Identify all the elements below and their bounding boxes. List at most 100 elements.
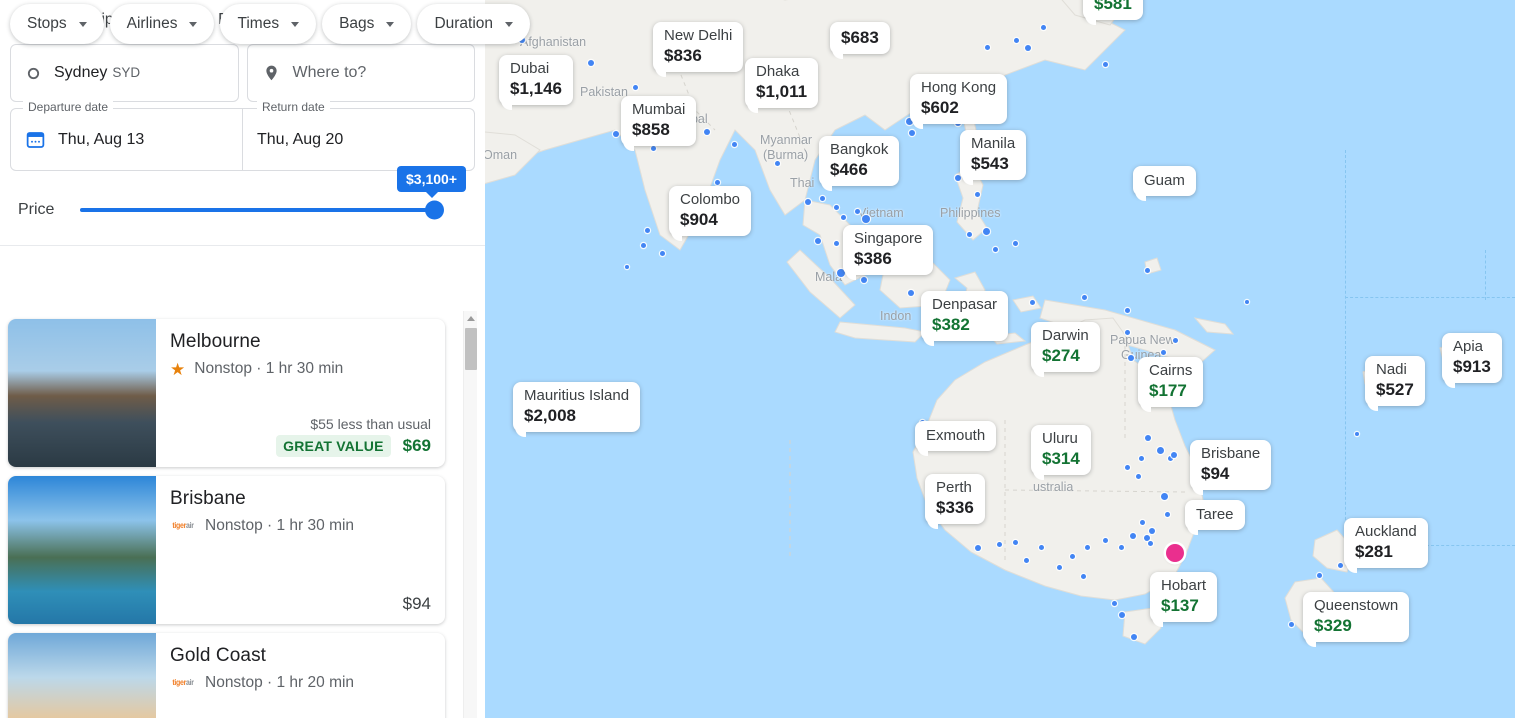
map-airport-dot[interactable] (975, 545, 981, 551)
map-price-pin[interactable]: $683 (830, 22, 890, 54)
map-airport-dot[interactable] (1057, 565, 1062, 570)
filter-chip-airlines[interactable]: Airlines (110, 4, 215, 44)
map-airport-dot[interactable] (815, 238, 821, 244)
map-airport-dot[interactable] (1070, 554, 1075, 559)
map-airport-dot[interactable] (1171, 452, 1177, 458)
map-airport-dot[interactable] (1082, 295, 1087, 300)
map-airport-dot[interactable] (1165, 512, 1170, 517)
map-price-pin[interactable]: Denpasar$382 (921, 291, 1008, 341)
map-airport-dot[interactable] (1128, 355, 1134, 361)
map-airport-dot[interactable] (1125, 308, 1130, 313)
map-airport-dot[interactable] (834, 241, 839, 246)
map-airport-dot[interactable] (1157, 447, 1164, 454)
map-airport-dot[interactable] (1125, 465, 1130, 470)
map-airport-dot[interactable] (1139, 456, 1144, 461)
map-airport-dot[interactable] (1338, 563, 1343, 568)
map-price-pin[interactable]: Colombo$904 (669, 186, 751, 236)
map-price-pin[interactable]: Hong Kong$602 (910, 74, 1007, 124)
map-airport-dot[interactable] (1014, 38, 1019, 43)
map-airport-dot[interactable] (1112, 601, 1117, 606)
map-price-pin[interactable]: $581 (1083, 0, 1143, 20)
map-airport-dot[interactable] (1161, 493, 1168, 500)
map-airport-dot[interactable] (805, 199, 811, 205)
map-price-pin[interactable]: Perth$336 (925, 474, 985, 524)
scrollbar-thumb[interactable] (465, 328, 477, 370)
map-airport-dot[interactable] (1081, 574, 1086, 579)
map-airport-dot[interactable] (1131, 634, 1137, 640)
map-airport-dot[interactable] (997, 542, 1002, 547)
map-airport-dot[interactable] (1149, 528, 1155, 534)
map-airport-dot[interactable] (588, 60, 594, 66)
destination-card[interactable]: Gold CoasttigerairNonstop · 1 hr 20 min (8, 633, 445, 718)
map-airport-dot[interactable] (633, 85, 638, 90)
map-airport-dot[interactable] (841, 215, 846, 220)
filter-chip-times[interactable]: Times (220, 4, 316, 44)
departure-date-field[interactable]: Thu, Aug 13 (11, 109, 242, 170)
map-airport-dot[interactable] (1024, 558, 1029, 563)
map-airport-dot[interactable] (715, 180, 720, 185)
destination-map[interactable]: AfghanistanPakistanNepalOmanMyanmar(Burm… (485, 0, 1515, 718)
map-price-pin[interactable]: Bangkok$466 (819, 136, 899, 186)
destination-card[interactable]: Melbourne★Nonstop · 1 hr 30 min$55 less … (8, 319, 445, 467)
map-airport-dot[interactable] (1161, 350, 1166, 355)
map-airport-dot[interactable] (1145, 268, 1150, 273)
map-airport-dot[interactable] (862, 215, 870, 223)
map-price-pin[interactable]: Hobart$137 (1150, 572, 1217, 622)
map-airport-dot[interactable] (908, 290, 914, 296)
results-scrollbar[interactable] (463, 311, 477, 718)
map-price-pin[interactable]: Mauritius Island$2,008 (513, 382, 640, 432)
map-airport-dot[interactable] (645, 228, 650, 233)
map-airport-dot[interactable] (625, 265, 629, 269)
map-airport-dot[interactable] (1125, 330, 1130, 335)
map-airport-dot[interactable] (613, 131, 619, 137)
map-airport-dot[interactable] (775, 161, 780, 166)
map-airport-dot[interactable] (1130, 533, 1136, 539)
price-slider-handle[interactable] (425, 201, 444, 220)
map-airport-dot[interactable] (834, 205, 839, 210)
map-airport-dot[interactable] (1030, 300, 1035, 305)
map-price-pin[interactable]: Apia$913 (1442, 333, 1502, 383)
map-airport-dot[interactable] (651, 146, 656, 151)
map-airport-dot[interactable] (1041, 25, 1046, 30)
return-date-field[interactable]: Thu, Aug 20 (242, 109, 474, 170)
map-price-pin[interactable]: Uluru$314 (1031, 425, 1091, 475)
price-slider-track[interactable]: $3,100+ (80, 208, 427, 212)
map-airport-dot[interactable] (985, 45, 990, 50)
origin-marker-sydney[interactable] (1166, 544, 1184, 562)
destination-input[interactable]: Where to? (247, 44, 476, 102)
map-airport-dot[interactable] (1119, 545, 1124, 550)
map-airport-dot[interactable] (983, 228, 990, 235)
map-airport-dot[interactable] (1103, 62, 1108, 67)
map-price-pin[interactable]: Dhaka$1,011 (745, 58, 818, 108)
map-airport-dot[interactable] (1013, 241, 1018, 246)
destination-results-list[interactable]: Melbourne★Nonstop · 1 hr 30 min$55 less … (0, 311, 485, 718)
map-airport-dot[interactable] (1145, 435, 1151, 441)
map-airport-dot[interactable] (1173, 338, 1178, 343)
map-airport-dot[interactable] (861, 277, 867, 283)
map-airport-dot[interactable] (704, 129, 710, 135)
map-price-pin[interactable]: Mumbai$858 (621, 96, 696, 146)
map-airport-dot[interactable] (1085, 545, 1090, 550)
map-airport-dot[interactable] (1140, 520, 1145, 525)
map-price-pin[interactable]: Nadi$527 (1365, 356, 1425, 406)
map-price-pin[interactable]: Singapore$386 (843, 225, 933, 275)
map-price-pin[interactable]: Brisbane$94 (1190, 440, 1271, 490)
map-airport-dot[interactable] (993, 247, 998, 252)
map-airport-dot[interactable] (967, 232, 972, 237)
scroll-up-arrow-icon[interactable] (464, 311, 477, 326)
map-airport-dot[interactable] (1025, 45, 1031, 51)
map-price-pin[interactable]: Dubai$1,146 (499, 55, 573, 105)
filter-chip-bags[interactable]: Bags (322, 4, 411, 44)
filter-chip-bar[interactable]: StopsAirlinesTimesBagsDuration (0, 0, 530, 44)
filter-chip-duration[interactable]: Duration (417, 4, 530, 44)
map-price-pin[interactable]: Taree (1185, 500, 1245, 530)
map-airport-dot[interactable] (641, 243, 646, 248)
map-airport-dot[interactable] (1148, 541, 1153, 546)
filter-chip-stops[interactable]: Stops (10, 4, 104, 44)
map-airport-dot[interactable] (1289, 622, 1294, 627)
map-airport-dot[interactable] (1039, 545, 1044, 550)
map-price-pin[interactable]: Queenstown$329 (1303, 592, 1409, 642)
map-price-pin[interactable]: New Delhi$836 (653, 22, 743, 72)
origin-input[interactable]: SydneySYD (10, 44, 239, 102)
map-airport-dot[interactable] (855, 209, 860, 214)
